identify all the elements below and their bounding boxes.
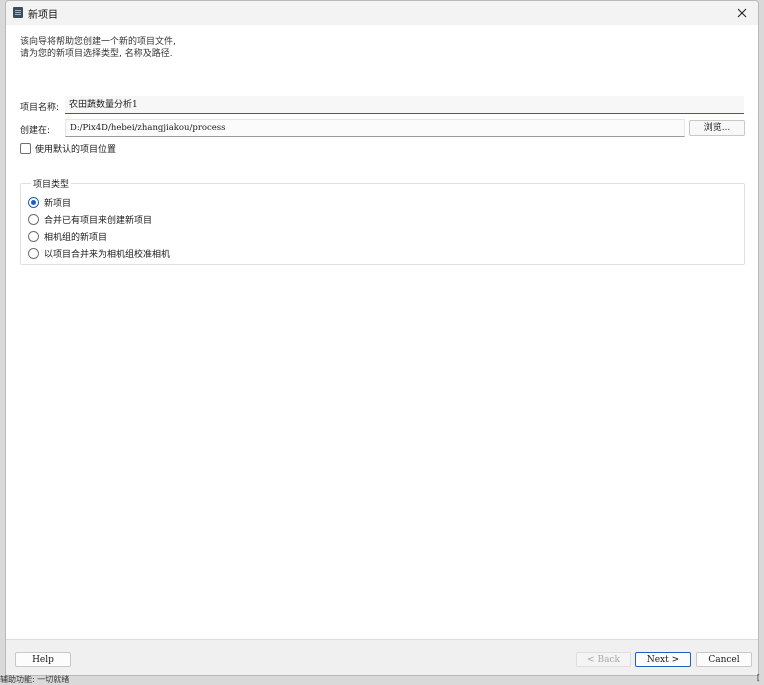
radio-button-selected[interactable] — [28, 197, 39, 208]
title-bar[interactable]: 新项目 — [6, 1, 758, 25]
intro-line-2: 请为您的新项目选择类型, 名称及路径. — [20, 49, 173, 59]
default-location-checkbox[interactable] — [20, 143, 31, 154]
cancel-button[interactable]: Cancel — [696, 652, 752, 667]
default-location-checkbox-row[interactable]: 使用默认的项目位置 — [20, 142, 116, 155]
radio-merge-projects[interactable]: 合并已有项目来创建新项目 — [28, 213, 152, 226]
new-project-dialog: 新项目 该向导将帮助您创建一个新的项目文件, 请为您的新项目选择类型, 名称及路… — [5, 0, 759, 676]
radio-button[interactable] — [28, 248, 39, 259]
radio-new-project[interactable]: 新项目 — [28, 196, 71, 209]
back-button[interactable]: < Back — [576, 652, 631, 667]
close-button[interactable] — [732, 3, 752, 23]
browse-button[interactable]: 浏览... — [689, 120, 745, 136]
radio-label: 相机组的新项目 — [44, 233, 108, 243]
intro-text: 该向导将帮助您创建一个新的项目文件, 请为您的新项目选择类型, 名称及路径. — [20, 36, 176, 60]
help-button[interactable]: Help — [15, 652, 71, 667]
dialog-title: 新项目 — [28, 10, 58, 21]
project-name-label: 项目名称: — [20, 103, 60, 113]
project-name-input[interactable]: 农田蔬数量分析1 — [65, 96, 744, 114]
wizard-content: 该向导将帮助您创建一个新的项目文件, 请为您的新项目选择类型, 名称及路径. 项… — [6, 25, 758, 640]
default-location-label: 使用默认的项目位置 — [35, 145, 117, 155]
radio-label: 以项目合并来为相机组校准相机 — [44, 250, 171, 260]
intro-line-1: 该向导将帮助您创建一个新的项目文件, — [20, 37, 176, 47]
radio-button[interactable] — [28, 214, 39, 225]
status-bar-text: 辅助功能: 一切就绪 — [0, 675, 70, 684]
radio-label: 合并已有项目来创建新项目 — [44, 216, 153, 226]
project-type-group: 项目类型 新项目 合并已有项目来创建新项目 相机组的新项目 以项目合并来为相机组… — [20, 177, 745, 265]
radio-label: 新项目 — [44, 199, 72, 209]
project-path-input[interactable]: D:/Pix4D/hebei/zhangjiakou/process — [65, 119, 685, 137]
next-button[interactable]: Next > — [635, 652, 691, 667]
radio-button[interactable] — [28, 231, 39, 242]
create-in-label: 创建在: — [20, 126, 51, 136]
radio-calibrate-camera-rig[interactable]: 以项目合并来为相机组校准相机 — [28, 247, 170, 260]
radio-camera-rig-project[interactable]: 相机组的新项目 — [28, 230, 107, 243]
close-icon — [737, 8, 747, 18]
app-icon — [13, 7, 23, 18]
project-type-title: 项目类型 — [31, 177, 72, 190]
